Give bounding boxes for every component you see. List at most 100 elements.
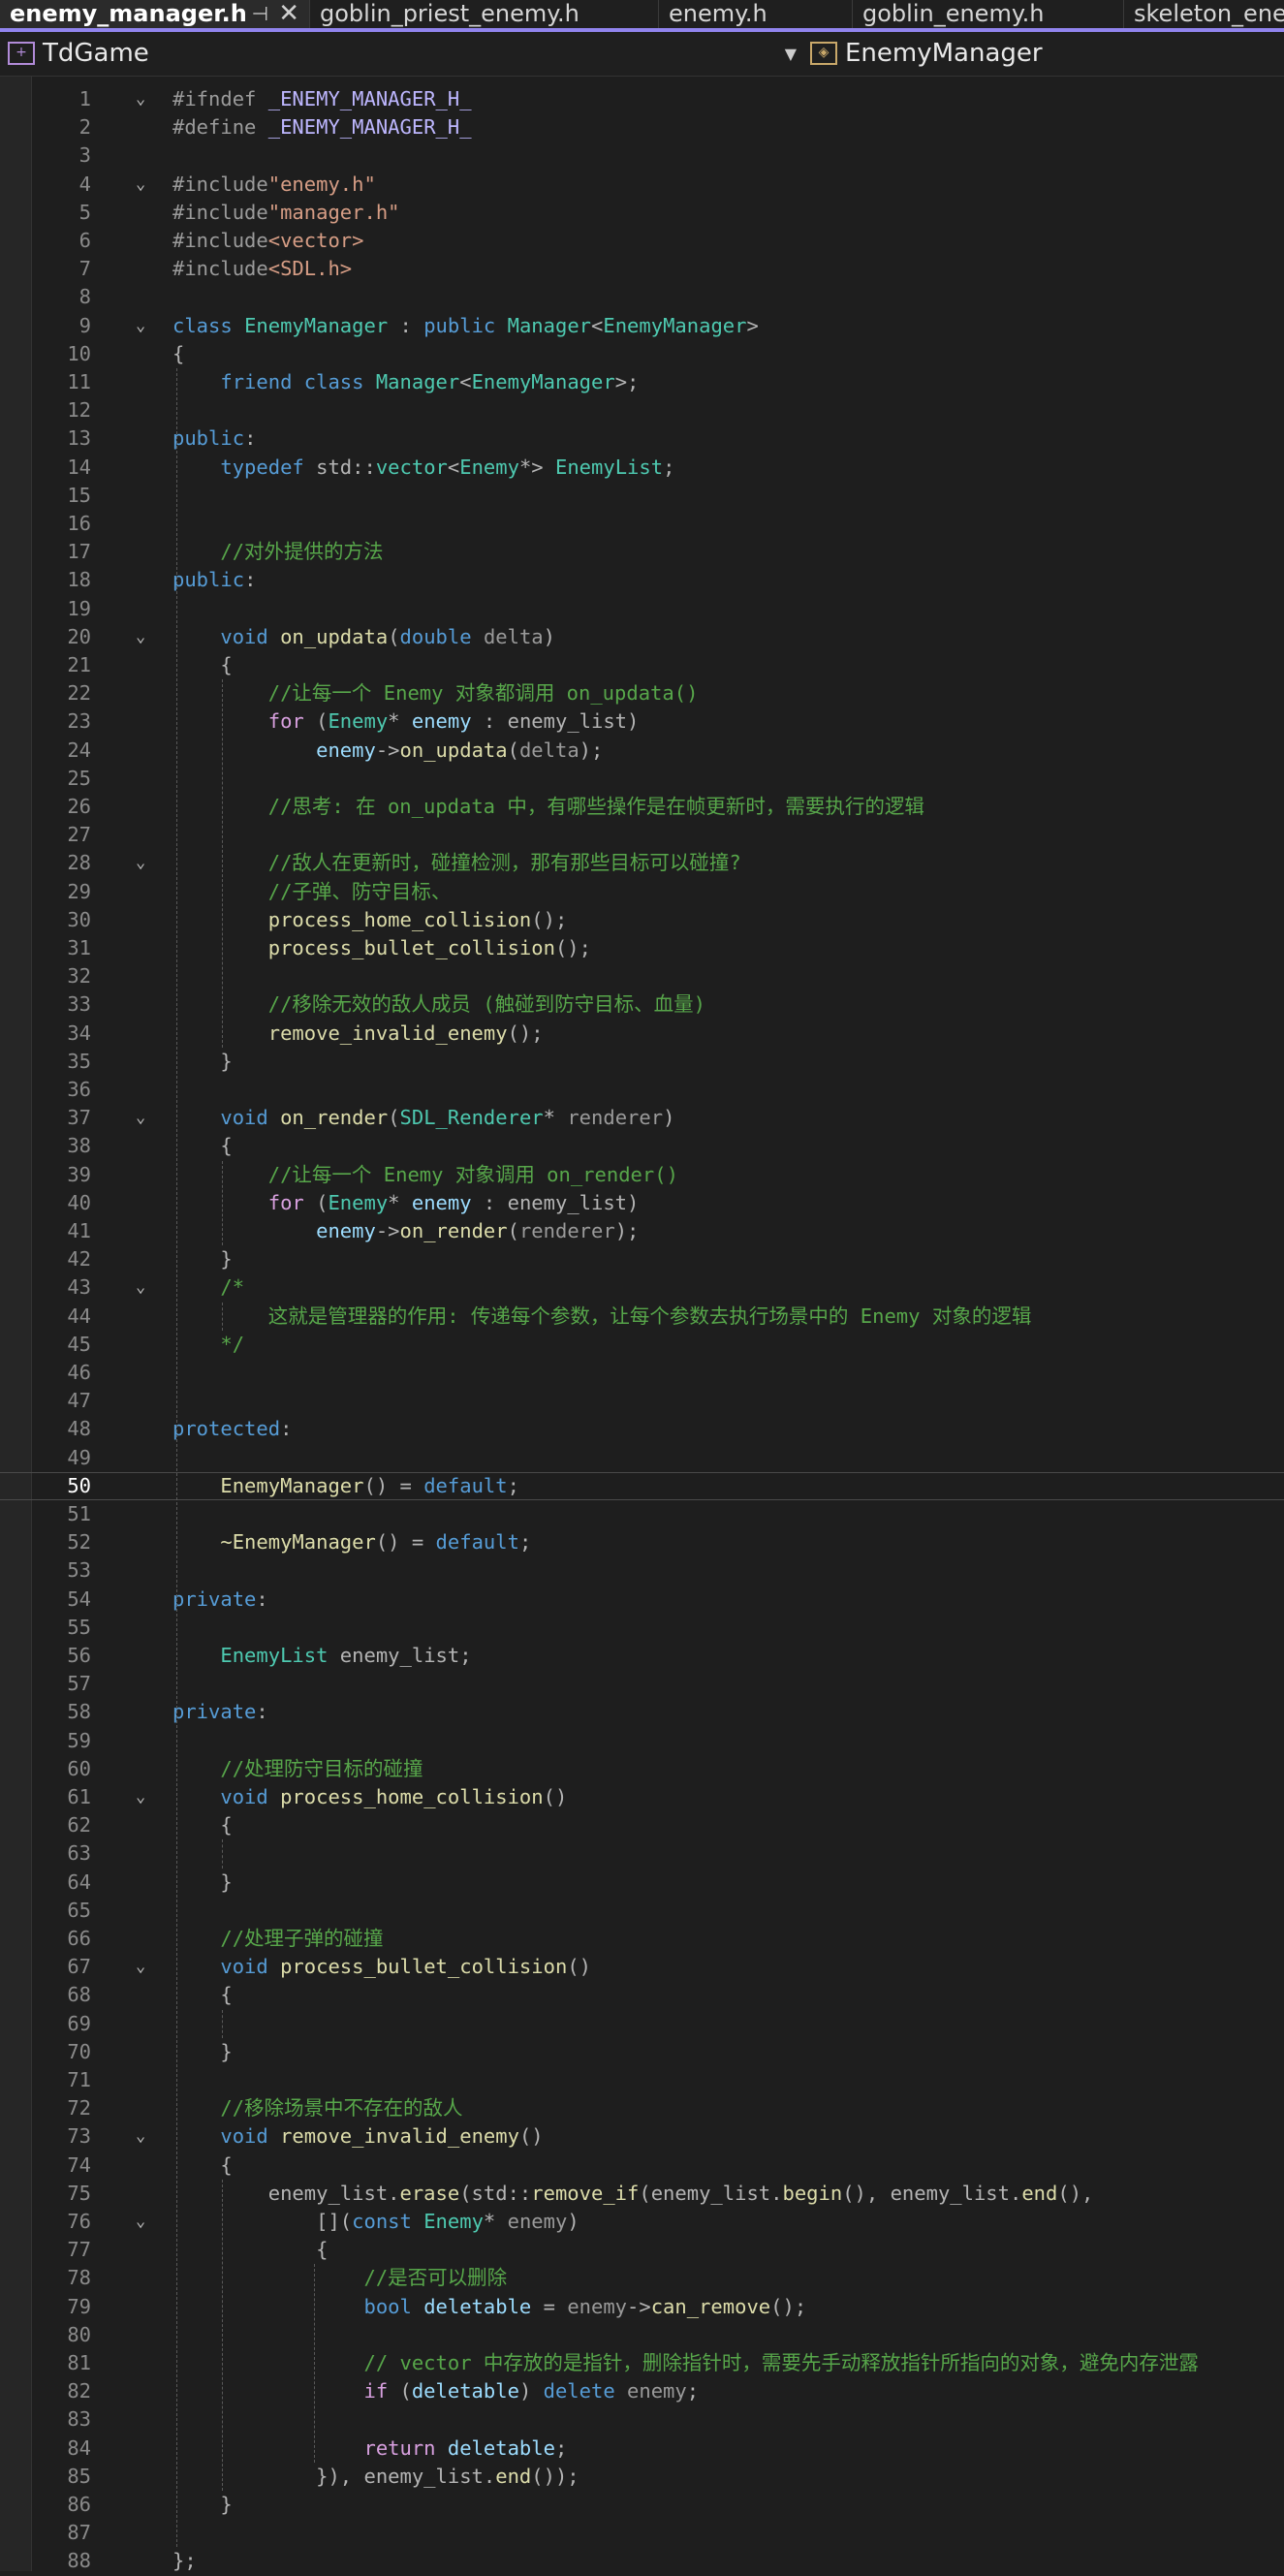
code-line[interactable]: 34 remove_invalid_enemy(); — [0, 1020, 1284, 1048]
code-line[interactable]: 56 EnemyList enemy_list; — [0, 1642, 1284, 1670]
code-line[interactable]: 33 //移除无效的敌人成员 (触碰到防守目标、血量) — [0, 990, 1284, 1019]
code-line[interactable]: 19 — [0, 595, 1284, 623]
code-line[interactable]: 14 typedef std::vector<Enemy*> EnemyList… — [0, 454, 1284, 482]
code-line[interactable]: 29 //子弹、防守目标、 — [0, 878, 1284, 906]
code-line[interactable]: 8 — [0, 283, 1284, 311]
code-line[interactable]: 86 } — [0, 2491, 1284, 2519]
code-line[interactable]: 79 bool deletable = enemy->can_remove(); — [0, 2293, 1284, 2321]
code-line[interactable]: 85 }), enemy_list.end()); — [0, 2463, 1284, 2491]
code-line[interactable]: 40 for (Enemy* enemy : enemy_list) — [0, 1189, 1284, 1217]
fold-chevron-icon[interactable]: ⌄ — [136, 1783, 145, 1811]
code-line[interactable]: 48 protected: — [0, 1415, 1284, 1443]
code-line[interactable]: 1 ⌄ #ifndef _ENEMY_MANAGER_H_ — [0, 85, 1284, 113]
code-line[interactable]: 66 //处理子弹的碰撞 — [0, 1925, 1284, 1953]
code-line[interactable]: 77 { — [0, 2236, 1284, 2264]
tab-goblin-enemy-h[interactable]: goblin_enemy.h — [853, 0, 1124, 28]
project-dropdown[interactable]: + TdGame ▼ — [4, 38, 797, 70]
code-line[interactable]: 62 { — [0, 1811, 1284, 1839]
code-line[interactable]: 47 — [0, 1387, 1284, 1415]
code-line[interactable]: 42 } — [0, 1245, 1284, 1273]
code-line[interactable]: 54 private: — [0, 1586, 1284, 1614]
code-line[interactable]: 51 — [0, 1500, 1284, 1528]
pin-icon[interactable]: ⊣ — [252, 0, 268, 28]
code-line[interactable]: 22 //让每一个 Enemy 对象都调用 on_updata() — [0, 679, 1284, 707]
code-line[interactable]: 69 — [0, 2010, 1284, 2038]
code-line[interactable]: 78 //是否可以删除 — [0, 2264, 1284, 2292]
tab-skeleton-enemy-h[interactable]: skeleton_enemy.h — [1124, 0, 1284, 28]
fold-chevron-icon[interactable]: ⌄ — [136, 171, 145, 199]
code-line[interactable]: 63 — [0, 1839, 1284, 1868]
code-line[interactable]: 16 — [0, 510, 1284, 538]
fold-chevron-icon[interactable]: ⌄ — [136, 2208, 145, 2236]
code-line[interactable]: 24 enemy->on_updata(delta); — [0, 737, 1284, 765]
code-line[interactable]: 52 ~EnemyManager() = default; — [0, 1528, 1284, 1556]
code-line[interactable]: 28 ⌄ //敌人在更新时，碰撞检测，那有那些目标可以碰撞? — [0, 849, 1284, 877]
code-line[interactable]: 9 ⌄ class EnemyManager : public Manager<En… — [0, 312, 1284, 340]
code-line[interactable]: 17 //对外提供的方法 — [0, 538, 1284, 566]
code-line[interactable]: 57 — [0, 1670, 1284, 1698]
fold-chevron-icon[interactable]: ⌄ — [136, 85, 145, 113]
code-line[interactable]: 3 — [0, 141, 1284, 170]
code-line[interactable]: 32 — [0, 962, 1284, 990]
code-line[interactable]: 74 { — [0, 2152, 1284, 2180]
fold-chevron-icon[interactable]: ⌄ — [136, 1104, 145, 1132]
code-line[interactable]: 70 } — [0, 2038, 1284, 2066]
fold-chevron-icon[interactable]: ⌄ — [136, 2122, 145, 2151]
code-line[interactable]: 75 enemy_list.erase(std::remove_if(enemy… — [0, 2180, 1284, 2208]
code-line[interactable]: 4 ⌄ #include"enemy.h" — [0, 171, 1284, 199]
tab-enemy-manager-h[interactable]: enemy_manager.h ⊣ ✕ — [0, 0, 310, 28]
fold-chevron-icon[interactable]: ⌄ — [136, 1953, 145, 1981]
code-line[interactable]: 5 #include"manager.h" — [0, 199, 1284, 227]
code-line[interactable]: 21 { — [0, 651, 1284, 679]
code-line[interactable]: 13 public: — [0, 424, 1284, 453]
code-line[interactable]: 37 ⌄ void on_render(SDL_Renderer* rendere… — [0, 1104, 1284, 1132]
code-line[interactable]: 68 { — [0, 1981, 1284, 2009]
code-line[interactable]: 71 — [0, 2066, 1284, 2094]
code-line[interactable]: 26 //思考: 在 on_updata 中，有哪些操作是在帧更新时，需要执行的… — [0, 793, 1284, 821]
code-line[interactable]: 88}; — [0, 2547, 1284, 2575]
code-line[interactable]: 41 enemy->on_render(renderer); — [0, 1217, 1284, 1245]
code-line[interactable]: 87 — [0, 2519, 1284, 2547]
code-line[interactable]: 27 — [0, 821, 1284, 849]
code-line[interactable]: 11 friend class Manager<EnemyManager>; — [0, 368, 1284, 396]
code-line[interactable]: 82 if (deletable) delete enemy; — [0, 2377, 1284, 2405]
code-line[interactable]: 10 { — [0, 340, 1284, 368]
code-line[interactable]: 39 //让每一个 Enemy 对象调用 on_render() — [0, 1161, 1284, 1189]
code-line[interactable]: 7 #include<SDL.h> — [0, 255, 1284, 283]
fold-chevron-icon[interactable]: ⌄ — [136, 312, 145, 340]
code-editor[interactable]: 1 ⌄ #ifndef _ENEMY_MANAGER_H_ 2 #define _ENE… — [0, 77, 1284, 2572]
code-line[interactable]: 2 #define _ENEMY_MANAGER_H_ — [0, 113, 1284, 141]
code-line[interactable]: 58 private: — [0, 1698, 1284, 1726]
code-line[interactable]: 12 — [0, 396, 1284, 424]
code-line[interactable]: 73 ⌄ void remove_invalid_enemy() — [0, 2122, 1284, 2151]
close-icon[interactable]: ✕ — [278, 0, 299, 28]
code-line[interactable]: 18 public: — [0, 566, 1284, 594]
code-line[interactable]: 84 return deletable; — [0, 2435, 1284, 2463]
code-line[interactable]: 80 — [0, 2321, 1284, 2349]
code-line[interactable]: 55 — [0, 1614, 1284, 1642]
code-line[interactable]: 45 */ — [0, 1331, 1284, 1359]
code-line[interactable]: 35 } — [0, 1048, 1284, 1076]
tab-goblin-priest-enemy-h[interactable]: goblin_priest_enemy.h — [310, 0, 659, 28]
fold-chevron-icon[interactable]: ⌄ — [136, 849, 145, 877]
code-line[interactable]: 83 — [0, 2405, 1284, 2434]
code-line[interactable]: 31 process_bullet_collision(); — [0, 934, 1284, 962]
code-line[interactable]: 61 ⌄ void process_home_collision() — [0, 1783, 1284, 1811]
code-line[interactable]: 65 — [0, 1897, 1284, 1925]
code-line[interactable]: 64 } — [0, 1869, 1284, 1897]
code-line[interactable]: 23 for (Enemy* enemy : enemy_list) — [0, 707, 1284, 736]
code-line[interactable]: 43 ⌄ /* — [0, 1273, 1284, 1302]
code-line[interactable]: 46 — [0, 1359, 1284, 1387]
fold-chevron-icon[interactable]: ⌄ — [136, 1273, 145, 1302]
fold-chevron-icon[interactable]: ⌄ — [136, 623, 145, 651]
code-line[interactable]: 49 — [0, 1444, 1284, 1472]
code-line[interactable]: 67 ⌄ void process_bullet_collision() — [0, 1953, 1284, 1981]
code-line[interactable]: 76 ⌄ [](const Enemy* enemy) — [0, 2208, 1284, 2236]
code-line[interactable]: 53 — [0, 1556, 1284, 1585]
code-line[interactable]: 59 — [0, 1727, 1284, 1755]
code-line[interactable]: 25 — [0, 765, 1284, 793]
code-line[interactable]: 44 这就是管理器的作用: 传递每个参数，让每个参数去执行场景中的 Enemy … — [0, 1303, 1284, 1331]
code-line[interactable]: 36 — [0, 1076, 1284, 1104]
code-line[interactable]: 15 — [0, 482, 1284, 510]
code-line[interactable]: 30 process_home_collision(); — [0, 906, 1284, 934]
